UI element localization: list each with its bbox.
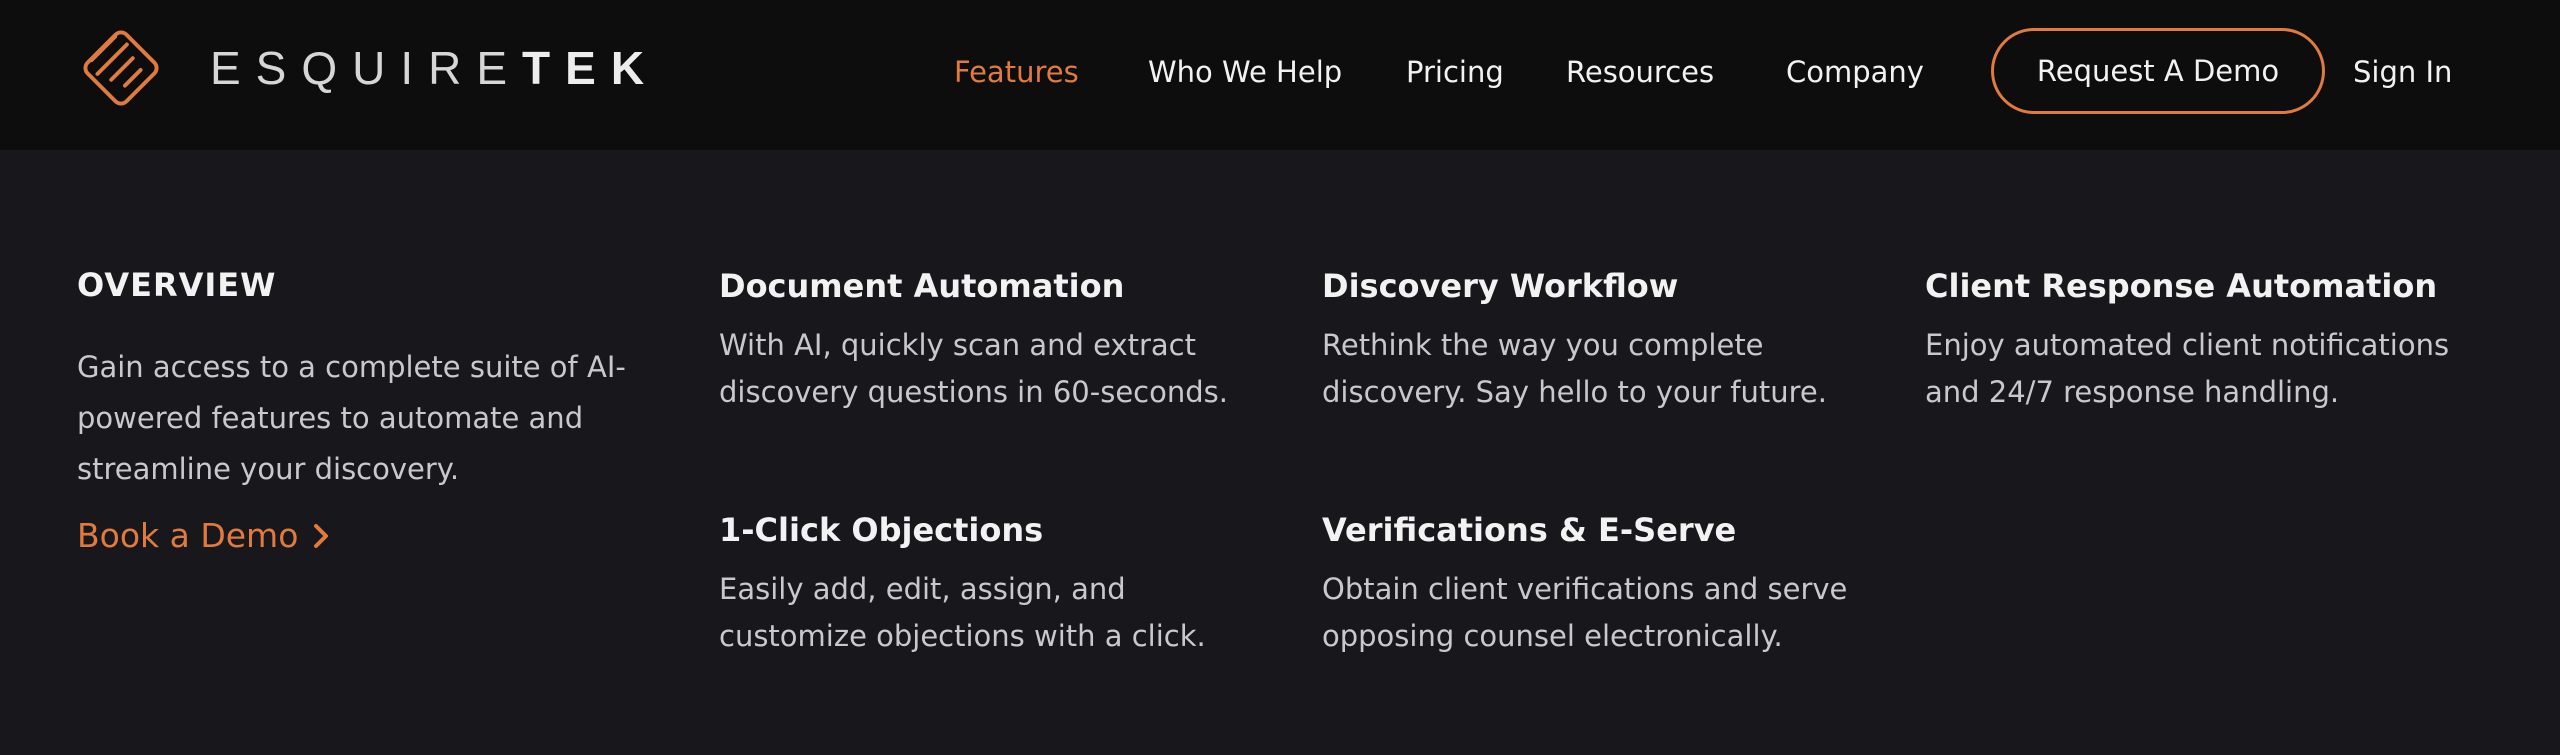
feature-document-automation[interactable]: Document Automation With AI, quickly sca…: [719, 266, 1279, 416]
feature-description: Obtain client verifications and serve op…: [1322, 572, 1848, 653]
nav-company[interactable]: Company: [1786, 52, 1924, 92]
nav-resources[interactable]: Resources: [1566, 52, 1714, 92]
logo-wordmark: ESQUIRETEK: [210, 41, 659, 95]
feature-discovery-workflow[interactable]: Discovery Workflow Rethink the way you c…: [1322, 266, 1882, 416]
book-demo-label: Book a Demo: [77, 516, 299, 555]
chevron-right-icon: [314, 523, 329, 548]
feature-1-click-objections[interactable]: 1-Click Objections Easily add, edit, ass…: [719, 510, 1279, 660]
feature-description: Enjoy automated client notifications and…: [1925, 328, 2450, 409]
feature-title: 1-Click Objections: [719, 511, 1044, 549]
feature-title: Verifications & E-Serve: [1322, 511, 1737, 549]
feature-title: Document Automation: [719, 267, 1125, 305]
book-demo-link[interactable]: Book a Demo: [77, 516, 330, 555]
logo[interactable]: ESQUIRETEK: [72, 18, 659, 118]
feature-title: Discovery Workflow: [1322, 267, 1679, 305]
overview-heading: OVERVIEW: [77, 266, 277, 304]
logo-mark-icon: [83, 30, 159, 106]
sign-in-link[interactable]: Sign In: [2353, 52, 2452, 92]
feature-description: With AI, quickly scan and extract discov…: [719, 328, 1228, 409]
feature-client-response-automation[interactable]: Client Response Automation Enjoy automat…: [1925, 266, 2485, 416]
nav-who-we-help[interactable]: Who We Help: [1148, 52, 1342, 92]
overview-description: Gain access to a complete suite of AI-po…: [77, 350, 626, 486]
feature-description: Rethink the way you complete discovery. …: [1322, 328, 1827, 409]
feature-description: Easily add, edit, assign, and customize …: [719, 572, 1206, 653]
logo-wordmark-light: ESQUIRE: [210, 42, 523, 94]
feature-title: Client Response Automation: [1925, 267, 2438, 305]
nav-features[interactable]: Features: [954, 52, 1079, 92]
request-demo-button[interactable]: Request A Demo: [1991, 28, 2325, 114]
nav-pricing[interactable]: Pricing: [1406, 52, 1504, 92]
feature-verifications-e-serve[interactable]: Verifications & E-Serve Obtain client ve…: [1322, 510, 1882, 660]
logo-wordmark-bold: TEK: [522, 42, 660, 94]
top-navigation-bar: ESQUIRETEK Features Who We Help Pricing …: [0, 0, 2560, 150]
